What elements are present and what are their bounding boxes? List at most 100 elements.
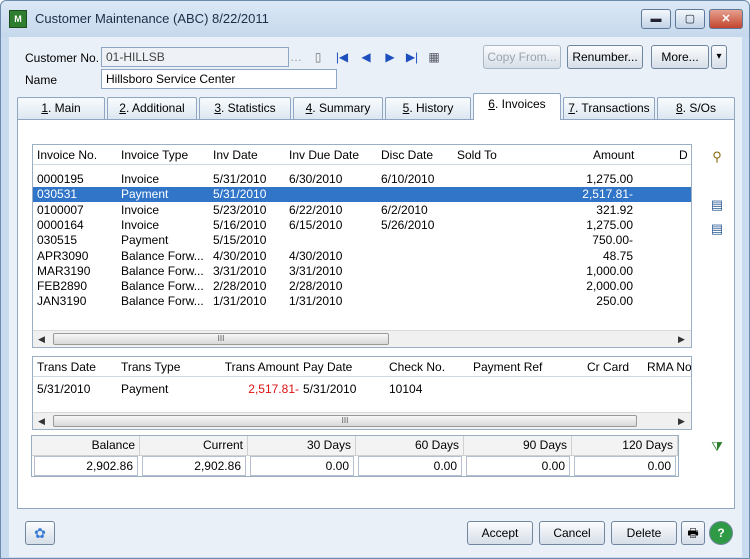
- windows-orb-icon[interactable]: ✿: [25, 521, 55, 545]
- maximize-button[interactable]: ▢: [675, 9, 705, 29]
- client-area: Customer No. 01-HILLSB … ▯ |◀ ◀ ▶ ▶| ▦ C…: [9, 37, 742, 557]
- aging-header-120-days: 120 Days: [572, 436, 678, 456]
- invoice-grid-header: Invoice No. Invoice Type Inv Date Inv Du…: [33, 145, 691, 165]
- aging-header-current: Current: [140, 436, 248, 456]
- title-bar[interactable]: M Customer Maintenance (ABC) 8/22/2011 ▬…: [1, 1, 749, 37]
- aging-value-60-days: 0.00: [358, 456, 462, 476]
- tab-strip: 1. Main 2. Additional 3. Statistics 4. S…: [17, 93, 737, 120]
- invoice-row[interactable]: 030515 Payment 5/15/2010 750.00-: [33, 233, 691, 248]
- scroll-left-icon[interactable]: ◀: [33, 413, 50, 429]
- tab-invoices[interactable]: 6. Invoices: [473, 93, 561, 120]
- close-button[interactable]: ✕: [709, 9, 743, 29]
- header-cr-card[interactable]: Cr Card: [587, 360, 629, 374]
- help-icon[interactable]: ?: [709, 521, 733, 545]
- aging-filter-icon[interactable]: ⧩: [708, 438, 726, 456]
- header-check-no[interactable]: Check No.: [389, 360, 445, 374]
- last-record-icon[interactable]: ▶|: [405, 49, 419, 65]
- minimize-button[interactable]: ▬: [641, 9, 671, 29]
- tab-additional[interactable]: 2. Additional: [107, 97, 197, 119]
- window-title: Customer Maintenance (ABC) 8/22/2011: [35, 11, 269, 26]
- renumber-button[interactable]: Renumber...: [567, 45, 643, 69]
- accept-button[interactable]: Accept: [467, 521, 533, 545]
- header-sold-to[interactable]: Sold To: [457, 148, 497, 162]
- aging-value-120-days: 0.00: [574, 456, 676, 476]
- invoice-row[interactable]: JAN3190 Balance Forw... 1/31/2010 1/31/2010…: [33, 294, 691, 309]
- invoice-detail-icon[interactable]: ▤: [708, 196, 726, 214]
- scroll-right-icon[interactable]: ▶: [673, 331, 690, 347]
- name-field[interactable]: Hillsboro Service Center: [101, 69, 337, 89]
- next-record-icon[interactable]: ▶: [383, 49, 397, 65]
- customer-no-field[interactable]: 01-HILLSB: [101, 47, 289, 67]
- delete-button[interactable]: Delete: [611, 521, 677, 545]
- tab-history[interactable]: 5. History: [385, 97, 471, 119]
- invoice-row[interactable]: 0000195 Invoice 5/31/2010 6/30/2010 6/10/201…: [33, 172, 691, 187]
- more-button[interactable]: More...: [651, 45, 709, 69]
- scroll-right-icon[interactable]: ▶: [673, 413, 690, 429]
- invoice-cell: 0000164: [37, 217, 84, 232]
- transaction-cell: 10104: [389, 382, 423, 396]
- scroll-left-icon[interactable]: ◀: [33, 331, 50, 347]
- header-trans-amount[interactable]: Trans Amount: [219, 360, 299, 374]
- tab-statistics[interactable]: 3. Statistics: [199, 97, 291, 119]
- calendar-icon[interactable]: ▦: [427, 49, 441, 65]
- cancel-button[interactable]: Cancel: [539, 521, 605, 545]
- scroll-thumb[interactable]: III: [53, 333, 389, 345]
- invoice-grid: Invoice No. Invoice Type Inv Date Inv Du…: [32, 144, 692, 348]
- header-invoice-no[interactable]: Invoice No.: [37, 148, 97, 162]
- invoice-cell: 4/30/2010: [289, 248, 343, 263]
- print-icon[interactable]: 🖶: [681, 521, 705, 545]
- invoice-cell: 6/2/2010: [381, 202, 428, 217]
- invoice-cell: 2,517.81-: [582, 187, 633, 202]
- transaction-cell: 5/31/2010: [37, 382, 91, 396]
- header-pay-date[interactable]: Pay Date: [303, 360, 352, 374]
- invoice-cell: 5/15/2010: [213, 233, 267, 248]
- lookup-icon[interactable]: …: [289, 49, 303, 65]
- header-disc-date[interactable]: Disc Date: [381, 148, 433, 162]
- invoice-row[interactable]: 0000164 Invoice 5/16/2010 6/15/2010 5/26/201…: [33, 218, 691, 233]
- invoice-cell: Balance Forw...: [121, 248, 204, 263]
- header-rma-no[interactable]: RMA No: [647, 360, 691, 374]
- name-label: Name: [25, 73, 58, 87]
- invoice-cell: 1,275.00: [586, 217, 633, 232]
- invoice-history-icon[interactable]: ▤: [708, 220, 726, 238]
- header-invoice-type[interactable]: Invoice Type: [121, 148, 188, 162]
- previous-record-icon[interactable]: ◀: [359, 49, 373, 65]
- document-icon[interactable]: ▯: [311, 49, 325, 65]
- aging-value-current: 2,902.86: [142, 456, 246, 476]
- transaction-horizontal-scrollbar[interactable]: ◀ III ▶: [33, 412, 691, 429]
- invoice-cell: 030515: [37, 233, 78, 248]
- aging-summary: Balance Current 30 Days 60 Days 90 Days …: [31, 435, 679, 477]
- header-trans-type[interactable]: Trans Type: [121, 360, 180, 374]
- invoice-cell: 0100007: [37, 202, 84, 217]
- first-record-icon[interactable]: |◀: [335, 49, 349, 65]
- copy-from-button[interactable]: Copy From...: [483, 45, 561, 69]
- header-d[interactable]: D: [679, 148, 688, 162]
- invoice-cell: 6/30/2010: [289, 172, 343, 186]
- scroll-thumb[interactable]: III: [53, 415, 637, 427]
- tab-sos[interactable]: 8. S/Os: [657, 97, 735, 119]
- tab-transactions[interactable]: 7. Transactions: [563, 97, 655, 119]
- invoice-row[interactable]: 030531 Payment 5/31/2010 2,517.81-: [33, 187, 691, 203]
- invoice-cell: Payment: [121, 233, 169, 248]
- binoculars-icon[interactable]: ⚲: [708, 148, 726, 166]
- header-trans-date[interactable]: Trans Date: [37, 360, 96, 374]
- invoice-row[interactable]: FEB2890 Balance Forw... 2/28/2010 2/28/2010…: [33, 279, 691, 294]
- invoice-cell: 5/31/2010: [213, 187, 267, 202]
- invoice-horizontal-scrollbar[interactable]: ◀ III ▶: [33, 330, 691, 347]
- transaction-row[interactable]: 5/31/2010 Payment 2,517.81- 5/31/2010 10104: [33, 382, 691, 397]
- invoice-cell: 6/22/2010: [289, 202, 343, 217]
- invoice-cell: Balance Forw...: [121, 294, 204, 309]
- invoice-cell: 2,000.00: [586, 279, 633, 294]
- tab-main[interactable]: 1. Main: [17, 97, 105, 119]
- header-amount[interactable]: Amount: [593, 148, 634, 162]
- header-inv-due-date[interactable]: Inv Due Date: [289, 148, 359, 162]
- invoice-cell: 6/10/2010: [381, 172, 435, 186]
- invoice-row[interactable]: MAR3190 Balance Forw... 3/31/2010 3/31/2010…: [33, 264, 691, 279]
- more-dropdown-button[interactable]: ▾: [711, 45, 727, 69]
- header-inv-date[interactable]: Inv Date: [213, 148, 258, 162]
- invoice-row[interactable]: 0100007 Invoice 5/23/2010 6/22/2010 6/2/2010…: [33, 203, 691, 218]
- invoice-row[interactable]: APR3090 Balance Forw... 4/30/2010 4/30/2010…: [33, 249, 691, 264]
- header-payment-ref[interactable]: Payment Ref: [473, 360, 542, 374]
- tab-summary[interactable]: 4. Summary: [293, 97, 383, 119]
- invoice-cell: APR3090: [37, 248, 89, 263]
